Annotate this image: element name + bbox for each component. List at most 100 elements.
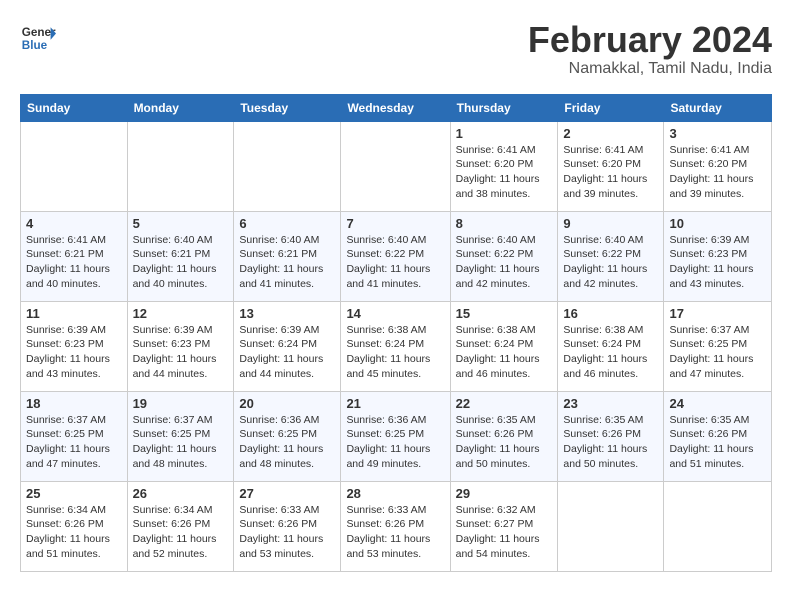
day-number: 24 [669, 396, 766, 411]
day-number: 18 [26, 396, 122, 411]
day-info: Sunrise: 6:36 AM Sunset: 6:25 PM Dayligh… [346, 413, 444, 472]
day-number: 28 [346, 486, 444, 501]
calendar-cell: 1 Sunrise: 6:41 AM Sunset: 6:20 PM Daylig… [450, 121, 558, 211]
day-info: Sunrise: 6:34 AM Sunset: 6:26 PM Dayligh… [26, 503, 122, 562]
day-info: Sunrise: 6:35 AM Sunset: 6:26 PM Dayligh… [563, 413, 658, 472]
day-number: 26 [133, 486, 229, 501]
day-number: 2 [563, 126, 658, 141]
calendar-cell: 14 Sunrise: 6:38 AM Sunset: 6:24 PM Dayli… [341, 301, 450, 391]
day-info: Sunrise: 6:40 AM Sunset: 6:21 PM Dayligh… [133, 233, 229, 292]
calendar-cell: 11 Sunrise: 6:39 AM Sunset: 6:23 PM Dayli… [21, 301, 128, 391]
day-number: 15 [456, 306, 553, 321]
calendar-cell: 5 Sunrise: 6:40 AM Sunset: 6:21 PM Daylig… [127, 211, 234, 301]
calendar-cell: 29 Sunrise: 6:32 AM Sunset: 6:27 PM Dayli… [450, 481, 558, 571]
calendar-cell: 28Sunrise: 6:33 AM Sunset: 6:26 PM Dayli… [341, 481, 450, 571]
calendar-cell: 9 Sunrise: 6:40 AM Sunset: 6:22 PM Daylig… [558, 211, 664, 301]
svg-text:Blue: Blue [22, 39, 48, 52]
day-number: 4 [26, 216, 122, 231]
logo-icon: General Blue [20, 20, 56, 56]
calendar-cell: 2 Sunrise: 6:41 AM Sunset: 6:20 PM Daylig… [558, 121, 664, 211]
calendar-cell: 21 Sunrise: 6:36 AM Sunset: 6:25 PM Dayli… [341, 391, 450, 481]
day-info: Sunrise: 6:41 AM Sunset: 6:20 PM Dayligh… [456, 143, 553, 202]
day-info: Sunrise: 6:39 AM Sunset: 6:23 PM Dayligh… [133, 323, 229, 382]
day-number: 27 [239, 486, 335, 501]
calendar-week-row: 18 Sunrise: 6:37 AM Sunset: 6:25 PM Dayli… [21, 391, 772, 481]
day-number: 5 [133, 216, 229, 231]
calendar-cell: 12 Sunrise: 6:39 AM Sunset: 6:23 PM Dayli… [127, 301, 234, 391]
day-info: Sunrise: 6:35 AM Sunset: 6:26 PM Dayligh… [669, 413, 766, 472]
day-header-wednesday: Wednesday [341, 94, 450, 121]
day-info: Sunrise: 6:37 AM Sunset: 6:25 PM Dayligh… [26, 413, 122, 472]
location-title: Namakkal, Tamil Nadu, India [528, 60, 772, 78]
day-info: Sunrise: 6:39 AM Sunset: 6:23 PM Dayligh… [26, 323, 122, 382]
day-info: Sunrise: 6:40 AM Sunset: 6:22 PM Dayligh… [346, 233, 444, 292]
calendar-week-row: 1 Sunrise: 6:41 AM Sunset: 6:20 PM Daylig… [21, 121, 772, 211]
day-info: Sunrise: 6:40 AM Sunset: 6:22 PM Dayligh… [563, 233, 658, 292]
day-info: Sunrise: 6:34 AM Sunset: 6:26 PM Dayligh… [133, 503, 229, 562]
calendar-cell: 22 Sunrise: 6:35 AM Sunset: 6:26 PM Dayli… [450, 391, 558, 481]
logo: General Blue [20, 20, 56, 56]
day-info: Sunrise: 6:37 AM Sunset: 6:25 PM Dayligh… [669, 323, 766, 382]
calendar-cell: 13 Sunrise: 6:39 AM Sunset: 6:24 PM Dayli… [234, 301, 341, 391]
calendar-cell: 7 Sunrise: 6:40 AM Sunset: 6:22 PM Daylig… [341, 211, 450, 301]
calendar-cell: 27 Sunrise: 6:33 AM Sunset: 6:26 PM Dayli… [234, 481, 341, 571]
day-info: Sunrise: 6:33 AM Sunset: 6:26 PM Dayligh… [239, 503, 335, 562]
calendar-week-row: 4 Sunrise: 6:41 AM Sunset: 6:21 PM Daylig… [21, 211, 772, 301]
day-header-saturday: Saturday [664, 94, 772, 121]
day-header-tuesday: Tuesday [234, 94, 341, 121]
day-number: 8 [456, 216, 553, 231]
calendar-cell [127, 121, 234, 211]
day-header-friday: Friday [558, 94, 664, 121]
day-number: 12 [133, 306, 229, 321]
day-number: 16 [563, 306, 658, 321]
day-number: 19 [133, 396, 229, 411]
day-info: Sunrise: 6:40 AM Sunset: 6:21 PM Dayligh… [239, 233, 335, 292]
day-info: Sunrise: 6:32 AM Sunset: 6:27 PM Dayligh… [456, 503, 553, 562]
day-number: 21 [346, 396, 444, 411]
day-info: Sunrise: 6:37 AM Sunset: 6:25 PM Dayligh… [133, 413, 229, 472]
day-number: 1 [456, 126, 553, 141]
calendar-cell [664, 481, 772, 571]
day-info: Sunrise: 6:35 AM Sunset: 6:26 PM Dayligh… [456, 413, 553, 472]
calendar-cell: 19 Sunrise: 6:37 AM Sunset: 6:25 PM Dayli… [127, 391, 234, 481]
calendar-cell: 16 Sunrise: 6:38 AM Sunset: 6:24 PM Dayli… [558, 301, 664, 391]
day-info: Sunrise: 6:41 AM Sunset: 6:21 PM Dayligh… [26, 233, 122, 292]
day-number: 17 [669, 306, 766, 321]
calendar-table: SundayMondayTuesdayWednesdayThursdayFrid… [20, 94, 772, 572]
calendar-cell: 8Sunrise: 6:40 AM Sunset: 6:22 PM Daylig… [450, 211, 558, 301]
calendar-cell: 25 Sunrise: 6:34 AM Sunset: 6:26 PM Dayli… [21, 481, 128, 571]
day-number: 13 [239, 306, 335, 321]
day-number: 11 [26, 306, 122, 321]
day-number: 14 [346, 306, 444, 321]
day-info: Sunrise: 6:38 AM Sunset: 6:24 PM Dayligh… [346, 323, 444, 382]
day-info: Sunrise: 6:36 AM Sunset: 6:25 PM Dayligh… [239, 413, 335, 472]
day-number: 3 [669, 126, 766, 141]
calendar-cell [558, 481, 664, 571]
title-block: February 2024 Namakkal, Tamil Nadu, Indi… [528, 20, 772, 78]
day-number: 25 [26, 486, 122, 501]
day-info: Sunrise: 6:38 AM Sunset: 6:24 PM Dayligh… [563, 323, 658, 382]
day-number: 9 [563, 216, 658, 231]
calendar-cell: 26 Sunrise: 6:34 AM Sunset: 6:26 PM Dayli… [127, 481, 234, 571]
day-info: Sunrise: 6:39 AM Sunset: 6:24 PM Dayligh… [239, 323, 335, 382]
day-header-monday: Monday [127, 94, 234, 121]
day-number: 22 [456, 396, 553, 411]
day-number: 23 [563, 396, 658, 411]
day-number: 29 [456, 486, 553, 501]
calendar-cell [21, 121, 128, 211]
day-number: 6 [239, 216, 335, 231]
calendar-cell: 17 Sunrise: 6:37 AM Sunset: 6:25 PM Dayli… [664, 301, 772, 391]
calendar-cell [341, 121, 450, 211]
day-header-thursday: Thursday [450, 94, 558, 121]
calendar-cell: 6 Sunrise: 6:40 AM Sunset: 6:21 PM Daylig… [234, 211, 341, 301]
calendar-cell: 4 Sunrise: 6:41 AM Sunset: 6:21 PM Daylig… [21, 211, 128, 301]
day-number: 20 [239, 396, 335, 411]
calendar-cell: 18 Sunrise: 6:37 AM Sunset: 6:25 PM Dayli… [21, 391, 128, 481]
day-number: 7 [346, 216, 444, 231]
month-title: February 2024 [528, 20, 772, 60]
calendar-cell: 20 Sunrise: 6:36 AM Sunset: 6:25 PM Dayli… [234, 391, 341, 481]
day-info: Sunrise: 6:41 AM Sunset: 6:20 PM Dayligh… [563, 143, 658, 202]
page-header: General Blue February 2024 Namakkal, Tam… [20, 20, 772, 78]
day-info: Sunrise: 6:39 AM Sunset: 6:23 PM Dayligh… [669, 233, 766, 292]
calendar-body: 1 Sunrise: 6:41 AM Sunset: 6:20 PM Daylig… [21, 121, 772, 571]
